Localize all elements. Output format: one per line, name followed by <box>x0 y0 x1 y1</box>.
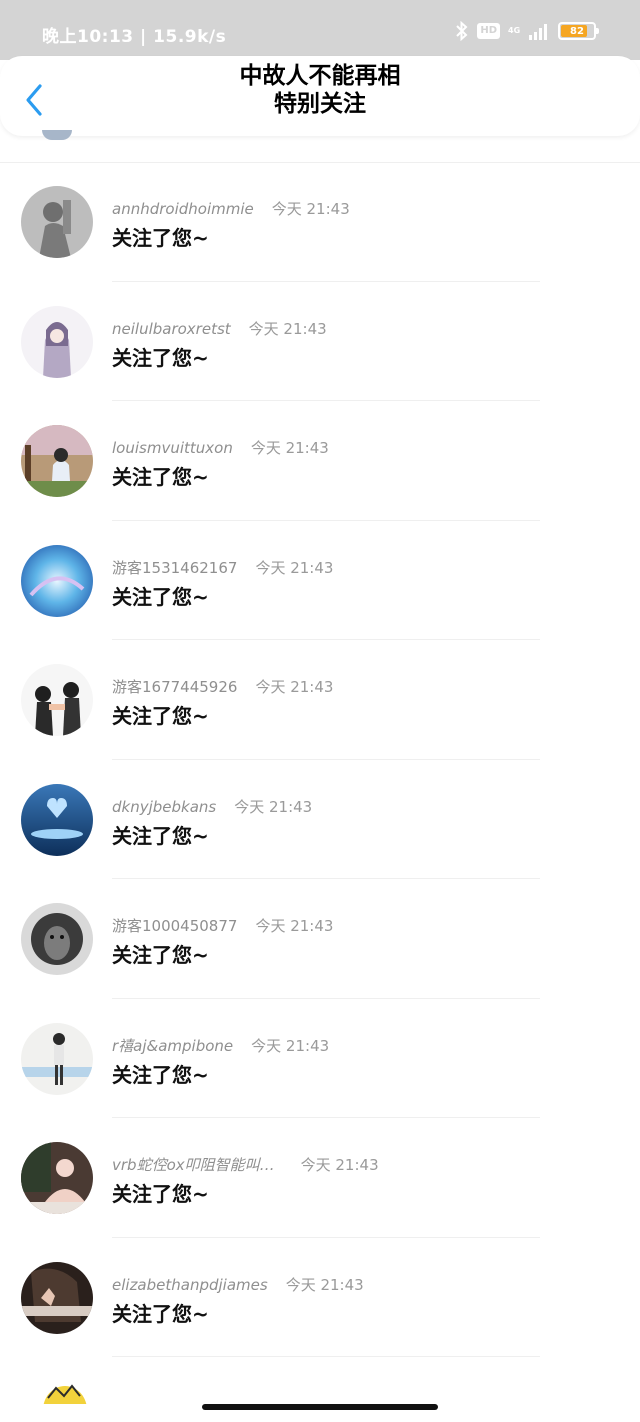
username[interactable]: annhdroidhoimmie <box>112 200 254 218</box>
network-type: 4G <box>508 26 521 35</box>
message-text: 关注了您~ <box>112 704 209 728</box>
list-item[interactable]: neilulbaroxretst 今天 21:43 关注了您~ <box>0 282 640 401</box>
message-text: 关注了您~ <box>112 226 209 250</box>
username[interactable]: louismvuittuxon <box>112 439 233 457</box>
avatar[interactable] <box>21 1142 93 1214</box>
bluetooth-icon <box>456 21 468 41</box>
avatar[interactable] <box>21 305 93 378</box>
timestamp: 今天 21:43 <box>271 200 350 218</box>
username[interactable]: elizabethanpdjiames <box>112 1276 268 1294</box>
timestamp: 今天 21:43 <box>255 917 334 935</box>
message-text: 关注了您~ <box>112 823 209 848</box>
home-indicator[interactable] <box>202 1404 438 1410</box>
username[interactable]: dknyjbebkans <box>112 798 216 816</box>
timestamp: 今天 21:43 <box>251 1036 330 1055</box>
username[interactable]: 游客1000450877 <box>112 915 237 936</box>
avatar-partial <box>42 130 72 140</box>
list-item[interactable]: 游客1677445926 今天 21:43 关注了您~ <box>0 640 640 760</box>
signal-icon <box>529 24 547 40</box>
divider <box>112 1356 540 1357</box>
timestamp: 今天 21:43 <box>255 558 334 577</box>
username[interactable]: r禧aj&ampibone <box>112 1035 233 1056</box>
username[interactable]: neilulbaroxretst <box>112 320 231 338</box>
message-text: 关注了您~ <box>112 465 209 489</box>
message-text: 关注了您~ <box>112 1301 209 1326</box>
battery-icon: 82 <box>558 22 599 40</box>
list-item[interactable]: r禧aj&ampibone 今天 21:43 关注了您~ <box>0 999 640 1118</box>
timestamp: 今天 21:43 <box>248 319 327 338</box>
list-item[interactable]: dknyjbebkans 今天 21:43 关注了您~ <box>0 760 640 879</box>
timestamp: 今天 21:43 <box>234 797 313 816</box>
notification-list: annhdroidhoimmie 今天 21:43 关注了您~ neilulba… <box>0 162 640 1357</box>
avatar[interactable] <box>21 544 93 617</box>
avatar[interactable] <box>21 186 93 258</box>
battery-level: 82 <box>570 25 584 37</box>
timestamp: 今天 21:43 <box>300 1156 379 1174</box>
page-title: 中故人不能再相 <box>239 63 401 89</box>
list-item[interactable]: annhdroidhoimmie 今天 21:43 关注了您~ <box>0 162 640 282</box>
status-time: 晚上10:13 | 15.9k/s <box>42 27 227 47</box>
username[interactable]: 游客1531462167 <box>112 557 237 578</box>
list-item[interactable]: 游客1531462167 今天 21:43 关注了您~ <box>0 521 640 640</box>
list-item[interactable]: louismvuittuxon 今天 21:43 关注了您~ <box>0 401 640 521</box>
list-item[interactable]: vrb蛇倥ox叩阻智能叫… 今天 21:43 关注了您~ <box>0 1118 640 1238</box>
nav-header: 中故人不能再相 特别关注 <box>0 56 640 136</box>
timestamp: 今天 21:43 <box>255 678 334 696</box>
avatar[interactable] <box>21 664 93 736</box>
timestamp: 今天 21:43 <box>250 439 329 457</box>
list-item[interactable]: 游客1000450877 今天 21:43 关注了您~ <box>0 879 640 999</box>
username[interactable]: vrb蛇倥ox叩阻智能叫… <box>112 1154 275 1175</box>
avatar[interactable] <box>21 903 93 975</box>
timestamp: 今天 21:43 <box>285 1275 364 1294</box>
message-text: 关注了您~ <box>112 345 209 370</box>
hd-badge: HD <box>477 23 500 39</box>
message-text: 关注了您~ <box>112 943 209 967</box>
avatar[interactable] <box>21 783 93 856</box>
avatar[interactable] <box>21 1022 93 1095</box>
username[interactable]: 游客1677445926 <box>112 676 237 697</box>
message-text: 关注了您~ <box>112 1062 209 1087</box>
page-subtitle: 特别关注 <box>274 91 366 117</box>
status-icons: HD 4G 82 <box>455 20 599 42</box>
avatar[interactable] <box>21 1261 93 1334</box>
message-text: 关注了您~ <box>112 584 209 609</box>
status-bar: 晚上10:13 | 15.9k/s HD 4G 82 <box>0 0 640 60</box>
avatar[interactable] <box>21 425 93 497</box>
avatar-partial <box>42 1380 88 1404</box>
list-item[interactable]: elizabethanpdjiames 今天 21:43 关注了您~ <box>0 1238 640 1357</box>
message-text: 关注了您~ <box>112 1182 209 1206</box>
